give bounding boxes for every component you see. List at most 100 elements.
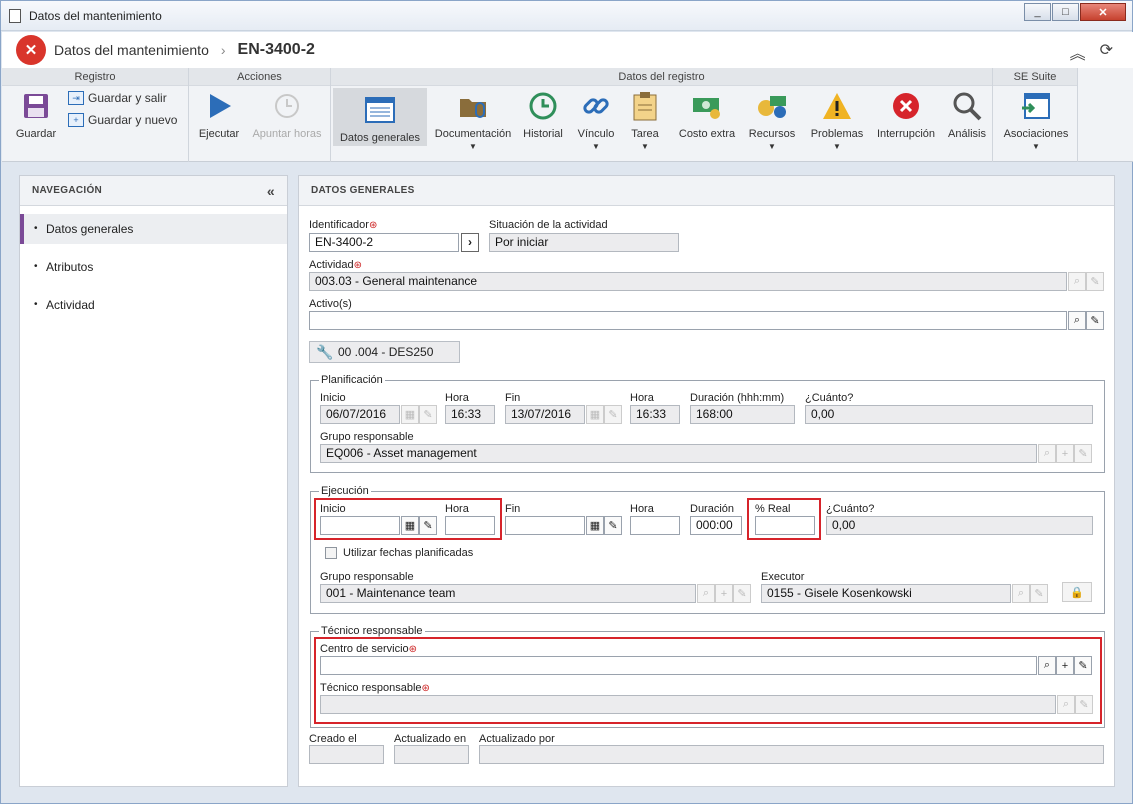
magnifier-icon <box>950 90 984 122</box>
clear-icon: ✎ <box>1086 272 1104 291</box>
asset-input[interactable] <box>309 311 1067 330</box>
documentation-button[interactable]: Documentación ▼ <box>433 90 513 151</box>
updated-at-label: Actualizado en <box>394 733 467 745</box>
status-field: Por iniciar <box>489 233 679 252</box>
search-icon[interactable]: ⌕ <box>1038 656 1056 675</box>
exec-duration-input[interactable]: 000:00 <box>690 516 742 535</box>
interruption-label: Interrupción <box>876 128 936 140</box>
exec-end-hour-input[interactable] <box>630 516 680 535</box>
collapse-left-icon[interactable]: « <box>267 176 275 206</box>
exec-start-hour-label: Hora <box>445 503 469 515</box>
refresh-icon[interactable]: ⟳ <box>1100 40 1113 64</box>
close-button[interactable]: ✕ <box>1080 3 1126 21</box>
identifier-input[interactable]: EN-3400-2 <box>309 233 459 252</box>
plan-end-hour-label: Hora <box>630 392 654 404</box>
asset-chip-label: 00 .004 - DES250 <box>338 345 434 359</box>
updated-by-label: Actualizado por <box>479 733 555 745</box>
collapse-up-icon[interactable]: ︽ <box>1070 40 1086 64</box>
asset-chip[interactable]: 🔧 00 .004 - DES250 <box>309 341 460 363</box>
breadcrumb-separator: › <box>220 42 226 58</box>
general-data-button[interactable]: Datos generales <box>333 88 427 146</box>
search-icon: ⌕ <box>1038 444 1056 463</box>
goto-arrow-icon[interactable]: › <box>461 233 479 252</box>
clear-icon[interactable]: ✎ <box>1074 656 1092 675</box>
analysis-label: Análisis <box>948 128 986 140</box>
resources-icon <box>755 90 789 122</box>
log-hours-label: Apuntar horas <box>252 128 322 140</box>
planning-legend: Planificación <box>321 374 383 386</box>
link-icon <box>579 90 613 122</box>
plan-duration-label: Duración (hhh:mm) <box>690 392 785 404</box>
plan-end-hour-field: 16:33 <box>630 405 680 424</box>
exec-start-input[interactable] <box>320 516 400 535</box>
resources-button[interactable]: Recursos ▼ <box>745 90 799 151</box>
calendar-icon[interactable]: ▦ <box>586 516 604 535</box>
link-button[interactable]: Vínculo ▼ <box>574 90 618 151</box>
extra-cost-button[interactable]: Costo extra <box>675 90 739 140</box>
money-icon <box>690 90 724 122</box>
updated-by-field <box>479 745 1104 764</box>
service-center-input[interactable] <box>320 656 1037 675</box>
clear-icon[interactable]: ✎ <box>1086 311 1104 330</box>
associations-button[interactable]: Asociaciones ▼ <box>1001 90 1071 151</box>
exec-start-hour-input[interactable] <box>445 516 495 535</box>
clear-icon: ✎ <box>1030 584 1048 603</box>
plan-end-label: Fin <box>505 392 521 404</box>
use-planned-dates-checkbox[interactable] <box>325 547 337 559</box>
task-label: Tarea <box>631 128 659 140</box>
exec-end-input[interactable] <box>505 516 585 535</box>
identifier-label: Identificador⊛ <box>309 219 377 231</box>
clear-icon[interactable]: ✎ <box>604 516 622 535</box>
task-button[interactable]: Tarea ▼ <box>625 90 665 151</box>
execute-button[interactable]: Ejecutar <box>197 90 241 140</box>
clear-icon[interactable]: ✎ <box>419 516 437 535</box>
extra-cost-label: Costo extra <box>678 128 736 140</box>
real-percent-input[interactable] <box>755 516 815 535</box>
title-bar: Datos del mantenimiento _ □ ✕ <box>1 1 1132 31</box>
save-exit-button[interactable]: ⇥ Guardar y salir <box>68 91 167 105</box>
ribbon-group-acciones: Acciones Ejecutar Apuntar horas <box>189 68 331 162</box>
status-label: Situación de la actividad <box>489 219 608 231</box>
record-code: EN-3400-2 <box>237 41 315 58</box>
maximize-button[interactable]: □ <box>1052 3 1079 21</box>
save-new-button[interactable]: + Guardar y nuevo <box>68 113 177 127</box>
group-title: Registro <box>2 68 188 86</box>
clear-icon: ✎ <box>733 584 751 603</box>
search-icon[interactable]: ⌕ <box>1068 311 1086 330</box>
search-icon: ⌕ <box>697 584 715 603</box>
nav-item-datos-generales[interactable]: Datos generales <box>20 214 287 244</box>
calendar-icon: ▦ <box>401 405 419 424</box>
app-window: Datos del mantenimiento _ □ ✕ ✕ Datos de… <box>0 0 1133 804</box>
lock-icon: 🔒 <box>1062 582 1092 602</box>
play-icon <box>202 90 236 122</box>
save-new-label: Guardar y nuevo <box>88 113 178 127</box>
stop-icon <box>889 90 923 122</box>
interruption-button[interactable]: Interrupción <box>875 90 937 140</box>
problems-button[interactable]: Problemas ▼ <box>807 90 867 151</box>
general-data-label: Datos generales <box>339 132 421 144</box>
history-button[interactable]: Historial <box>521 90 565 140</box>
problems-label: Problemas <box>810 128 864 140</box>
minimize-button[interactable]: _ <box>1024 3 1051 21</box>
search-icon: ⌕ <box>1068 272 1086 291</box>
analysis-button[interactable]: Análisis <box>945 90 989 140</box>
use-planned-dates-label: Utilizar fechas planificadas <box>343 547 474 559</box>
form-icon <box>363 94 397 126</box>
log-hours-button[interactable]: Apuntar horas <box>251 90 323 140</box>
real-percent-label: % Real <box>755 503 791 515</box>
nav-title-text: NAVEGACIÓN <box>32 185 103 196</box>
nav-item-actividad[interactable]: Actividad <box>20 290 287 320</box>
plan-start-field: 06/07/2016 <box>320 405 400 424</box>
add-icon[interactable]: + <box>1056 656 1074 675</box>
created-field <box>309 745 384 764</box>
nav-item-atributos[interactable]: Atributos <box>20 252 287 282</box>
plan-amount-label: ¿Cuánto? <box>805 392 854 404</box>
plan-start-label: Inicio <box>320 392 346 404</box>
add-icon: + <box>1056 444 1074 463</box>
clipboard-icon <box>628 90 662 122</box>
save-button[interactable]: Guardar <box>14 90 58 140</box>
search-icon: ⌕ <box>1012 584 1030 603</box>
required-icon: ⊛ <box>353 260 363 271</box>
group-title: SE Suite <box>993 68 1077 86</box>
calendar-icon[interactable]: ▦ <box>401 516 419 535</box>
